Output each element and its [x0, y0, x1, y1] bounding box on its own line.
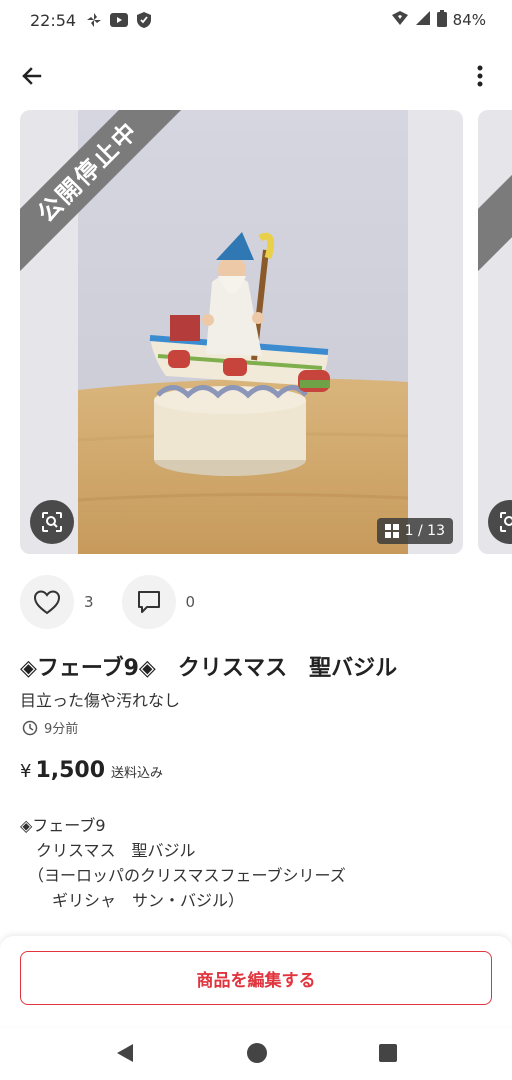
posted-time-text: 9分前: [44, 722, 79, 737]
back-button[interactable]: [12, 56, 52, 96]
more-vertical-icon: [477, 65, 483, 87]
wifi-icon: [391, 10, 409, 30]
image-counter[interactable]: 1 / 13: [376, 518, 453, 544]
back-triangle-icon[interactable]: [114, 1042, 136, 1064]
ribbon-label-next: 公: [478, 110, 512, 276]
image-carousel[interactable]: 公開停止中 1 / 13 公: [20, 110, 512, 554]
image-search-button-next[interactable]: [488, 500, 512, 544]
youtube-icon: [110, 13, 129, 27]
arrow-left-icon: [22, 67, 42, 85]
item-condition: 目立った傷や汚れなし: [20, 691, 181, 710]
status-time: 22:54: [30, 10, 77, 30]
like-button[interactable]: [20, 575, 74, 629]
status-ribbon: 公開停止中: [20, 110, 190, 280]
lens-search-icon: [500, 512, 512, 532]
comment-button[interactable]: [121, 575, 176, 629]
item-price: ¥1,500: [20, 758, 105, 783]
product-image-slide[interactable]: 公開停止中 1 / 13: [20, 110, 463, 554]
like-count: 3: [84, 593, 94, 611]
status-bar: 22:54 84%: [0, 0, 512, 40]
battery-icon: [436, 9, 447, 31]
ribbon-label: 公開停止中: [20, 110, 190, 280]
price-value: 1,500: [35, 758, 106, 783]
engagement-actions: 3 0: [20, 574, 223, 630]
more-options-button[interactable]: [462, 56, 498, 96]
heart-icon: [33, 590, 61, 615]
pinwheel-icon: [86, 12, 102, 28]
item-title: ◈フェーブ9◈ クリスマス 聖バジル: [20, 656, 398, 681]
edit-item-button[interactable]: 商品を編集する: [20, 951, 492, 1005]
yen-symbol: ¥: [20, 761, 32, 782]
shield-icon: [136, 11, 152, 29]
grid-icon: [384, 524, 399, 538]
battery-percent: 84%: [452, 11, 486, 29]
next-image-slide[interactable]: 公: [478, 110, 512, 554]
price-row: ¥1,500 送料込み: [20, 758, 163, 783]
image-search-button[interactable]: [30, 500, 74, 544]
posted-time: 9分前: [22, 718, 78, 737]
recents-square-icon[interactable]: [378, 1043, 398, 1063]
app-bar: [0, 48, 512, 104]
home-circle-icon[interactable]: [246, 1042, 268, 1064]
comment-count: 0: [185, 593, 196, 611]
signal-icon: [415, 10, 431, 30]
comment-icon: [137, 591, 160, 613]
clock-icon: [22, 720, 38, 735]
shipping-note: 送料込み: [111, 766, 164, 781]
status-ribbon-next: 公: [478, 110, 512, 280]
image-counter-text: 1 / 13: [404, 523, 445, 539]
item-description: ◈フェーブ9 クリスマス 聖バジル （ヨーロッパのクリスマスフェーブシリーズ ギ…: [20, 816, 346, 910]
system-nav-bar: [0, 1026, 512, 1080]
lens-search-icon: [42, 512, 62, 532]
